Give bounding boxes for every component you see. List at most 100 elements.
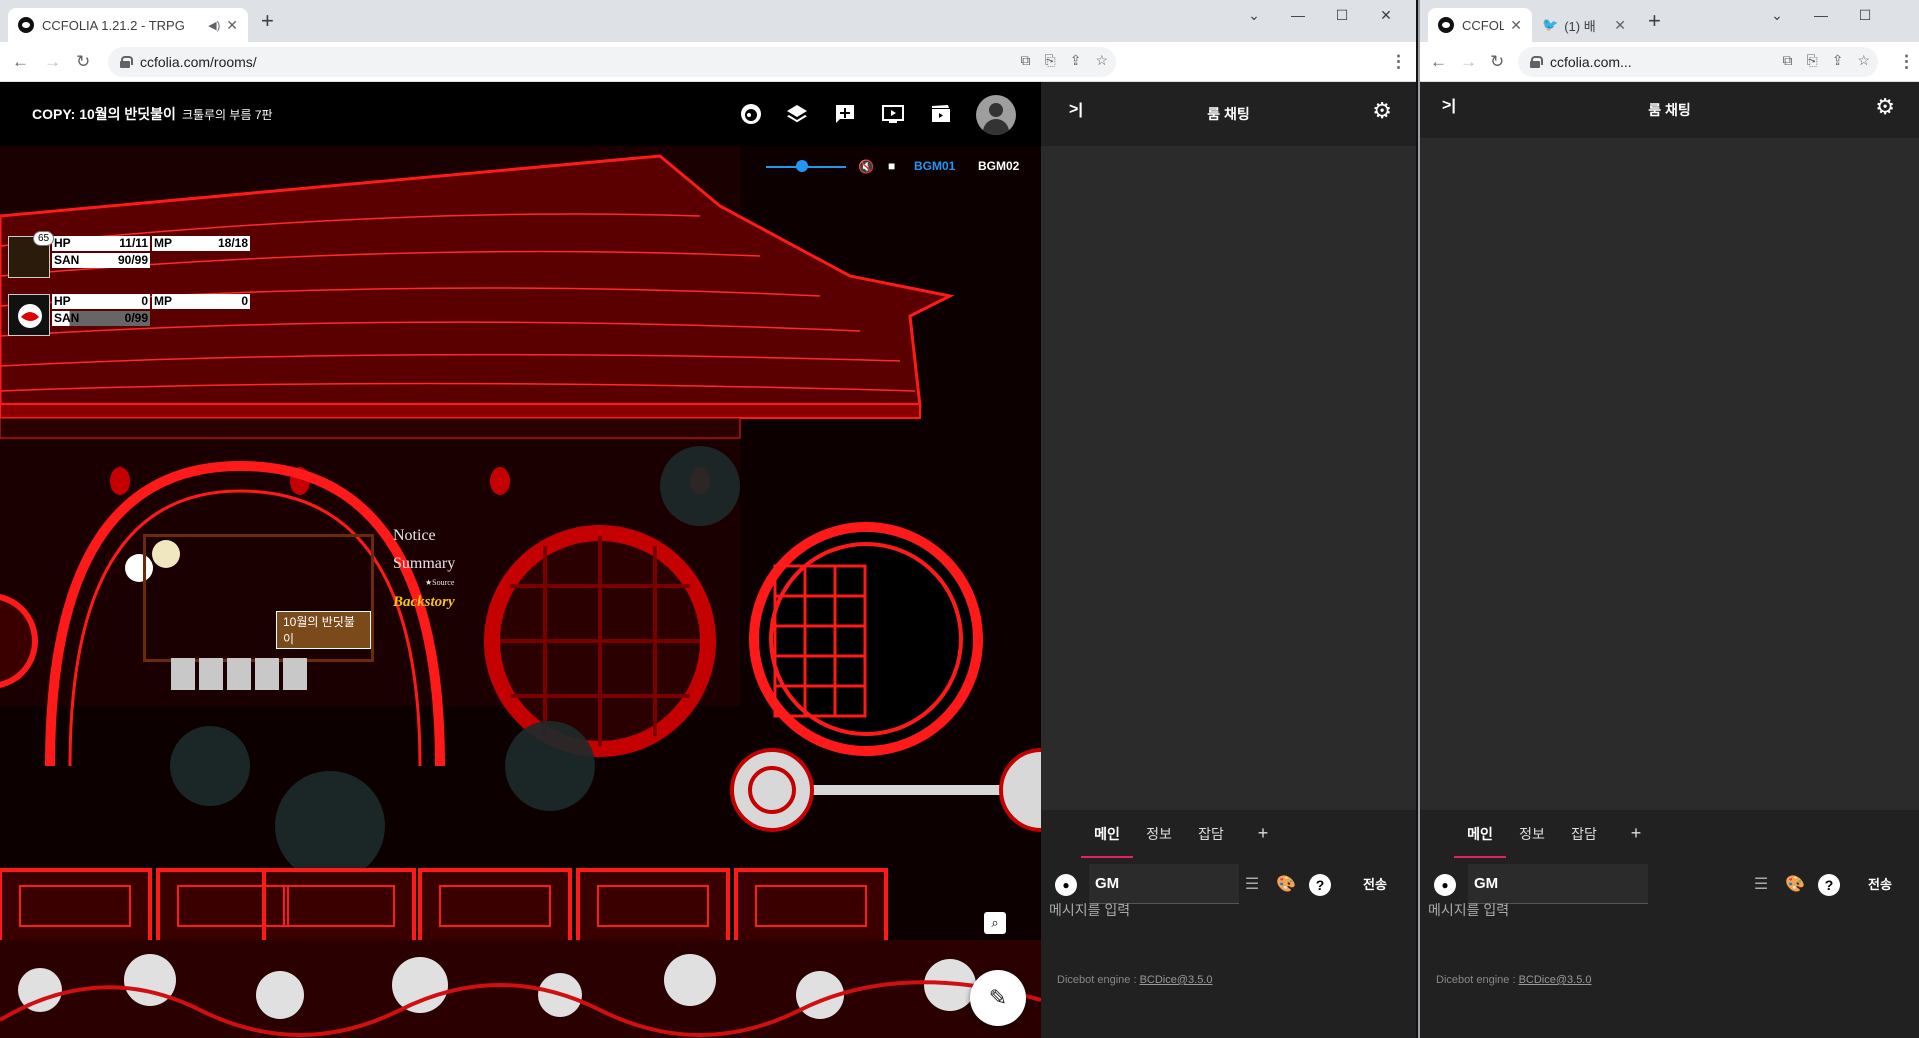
message-input[interactable]: 메시지를 입력	[1049, 900, 1409, 960]
settings-gear-icon[interactable]: ⚙	[1372, 98, 1392, 124]
tab-search-icon[interactable]: ⌄	[1232, 4, 1276, 26]
bookmark-star-icon[interactable]: ☆	[1095, 52, 1108, 69]
close-window-button[interactable]: ✕	[1364, 4, 1408, 26]
send-button[interactable]: 전송	[1363, 874, 1387, 893]
edit-fab-button[interactable]: ✎	[970, 970, 1026, 1026]
layers-icon[interactable]	[785, 102, 809, 126]
mp-bar[interactable]: MP 0	[152, 294, 250, 309]
new-tab-button[interactable]: +	[1648, 10, 1661, 32]
card-slot[interactable]	[227, 658, 251, 690]
palette-icon[interactable]: 🎨	[1784, 874, 1806, 896]
chat-tabs: 메인 정보 잡담 +	[1420, 810, 1919, 858]
character-portrait[interactable]: 65	[8, 231, 55, 278]
tab-main[interactable]: 메인	[1454, 824, 1506, 858]
card-slot[interactable]	[199, 658, 223, 690]
help-icon[interactable]: ?	[1309, 874, 1331, 896]
character-name-field[interactable]: GM	[1468, 864, 1648, 904]
san-bar[interactable]: SAN 0/99	[52, 311, 150, 326]
translate-icon[interactable]: ⎘	[1807, 52, 1818, 69]
tab-search-icon[interactable]: ⌄	[1755, 4, 1799, 26]
message-input[interactable]: 메시지를 입력	[1428, 900, 1908, 960]
add-tab-button[interactable]: +	[1610, 823, 1662, 858]
tab-chatter[interactable]: 잡담	[1558, 824, 1610, 858]
card-slot[interactable]	[255, 658, 279, 690]
list-icon[interactable]: ☰	[1750, 874, 1772, 896]
san-bar[interactable]: SAN 90/99	[52, 253, 150, 268]
tab-bar: CCFOLI ✕ 🐦 (1) 배 ✕ + ⌄ — ☐	[1420, 0, 1919, 42]
maximize-button[interactable]: ☐	[1843, 4, 1887, 26]
notice-link[interactable]: Notice	[393, 522, 455, 550]
back-icon[interactable]: ←	[12, 52, 29, 72]
character-status-1[interactable]: 65 HP 11/11 MP 18/18 SAN 90/99	[8, 231, 252, 278]
room-chat-panel: >| 룸 채팅 ⚙ 메인 정보 잡담 + ● GM ☰ 🎨 ? 전송 메시지를 …	[1041, 82, 1416, 1038]
maximize-button[interactable]: ☐	[1320, 4, 1364, 26]
add-tab-button[interactable]: +	[1237, 823, 1289, 858]
character-status-2[interactable]: HP 0 MP 0 SAN 0/99	[8, 294, 252, 336]
zoom-in-icon[interactable]: ⌕	[984, 912, 1006, 934]
back-icon[interactable]: ←	[1430, 52, 1447, 72]
share-icon[interactable]: ⇪	[1070, 52, 1082, 69]
character-list-icon[interactable]	[739, 102, 763, 126]
room-header: COPY: 10월의 반딧불이 크툴루의 부름 7판	[0, 82, 1041, 146]
chat-form: ● GM ☰ 🎨 ? 전송 메시지를 입력 Dicebot engine : B…	[1041, 858, 1416, 1038]
open-external-icon[interactable]: ⧉	[1783, 52, 1793, 69]
screen-panel-icon[interactable]	[881, 102, 905, 126]
card-slot[interactable]	[283, 658, 307, 690]
user-avatar[interactable]	[976, 95, 1016, 135]
forward-icon[interactable]: →	[1460, 52, 1477, 72]
open-external-icon[interactable]: ⧉	[1021, 52, 1031, 69]
tab-chatter[interactable]: 잡담	[1185, 824, 1237, 858]
scenario-image-card[interactable]: 10월의 반딧불이	[143, 534, 374, 662]
bgm-track-2[interactable]: BGM02	[978, 159, 1019, 173]
backstory-link[interactable]: Backstory	[393, 588, 455, 616]
source-link[interactable]: ★Source	[425, 578, 455, 588]
minimize-button[interactable]: —	[1799, 4, 1843, 26]
card-slot[interactable]	[171, 658, 195, 690]
scene-clapper-icon[interactable]	[929, 102, 953, 126]
close-tab-icon[interactable]: ✕	[1614, 17, 1626, 34]
mp-bar[interactable]: MP 18/18	[152, 236, 250, 251]
help-icon[interactable]: ?	[1818, 874, 1840, 896]
volume-slider-thumb[interactable]	[796, 160, 808, 172]
ccfolia-favicon-icon	[1438, 17, 1454, 33]
volume-slider[interactable]	[766, 160, 846, 172]
character-portrait[interactable]	[8, 294, 50, 336]
stop-icon[interactable]: ■	[888, 159, 895, 173]
forward-icon[interactable]: →	[44, 52, 61, 72]
reload-icon[interactable]: ↻	[76, 52, 90, 72]
new-tab-button[interactable]: +	[261, 10, 274, 32]
character-select-icon[interactable]: ●	[1055, 874, 1077, 896]
bgm-track-1[interactable]: BGM01	[914, 159, 955, 173]
close-tab-icon[interactable]: ✕	[226, 17, 238, 34]
browser-menu-icon[interactable]: ⋮	[1390, 52, 1407, 72]
list-icon[interactable]: ☰	[1241, 874, 1263, 896]
add-message-icon[interactable]	[833, 102, 857, 126]
tab-info[interactable]: 정보	[1506, 824, 1558, 858]
close-tab-icon[interactable]: ✕	[1510, 17, 1522, 34]
palette-icon[interactable]: 🎨	[1275, 874, 1297, 896]
settings-gear-icon[interactable]: ⚙	[1875, 94, 1895, 120]
bookmark-star-icon[interactable]: ☆	[1857, 52, 1870, 69]
tab-main[interactable]: 메인	[1081, 824, 1133, 858]
share-icon[interactable]: ⇪	[1832, 52, 1844, 69]
summary-link[interactable]: Summary	[393, 550, 455, 578]
browser-tab-ccfolia[interactable]: CCFOLIA 1.21.2 - TRPG ◀) ✕	[8, 8, 248, 42]
hp-bar[interactable]: HP 0	[52, 294, 150, 309]
url-field[interactable]: ccfolia.com... ⧉ ⎘ ⇪ ☆	[1518, 47, 1878, 77]
browser-tab-twitter[interactable]: 🐦 (1) 배 ✕	[1532, 8, 1636, 42]
character-select-icon[interactable]: ●	[1434, 874, 1456, 896]
browser-tab-ccfolia[interactable]: CCFOLI ✕	[1428, 8, 1532, 42]
bcdice-link[interactable]: BCDice@3.5.0	[1519, 974, 1592, 986]
game-board: COPY: 10월의 반딧불이 크툴루의 부름 7판 65 HP 11/11 M…	[0, 82, 1041, 1038]
url-field[interactable]: ccfolia.com/rooms/ ⧉ ⎘ ⇪ ☆	[108, 47, 1116, 77]
minimize-button[interactable]: —	[1276, 4, 1320, 26]
send-button[interactable]: 전송	[1868, 874, 1892, 893]
reload-icon[interactable]: ↻	[1490, 52, 1504, 72]
bcdice-link[interactable]: BCDice@3.5.0	[1140, 974, 1213, 986]
tab-info[interactable]: 정보	[1133, 824, 1185, 858]
mute-icon[interactable]: 🔇	[858, 159, 874, 175]
browser-menu-icon[interactable]: ⋮	[1898, 52, 1915, 72]
character-name-field[interactable]: GM	[1089, 864, 1239, 904]
hp-bar[interactable]: HP 11/11	[52, 236, 150, 251]
translate-icon[interactable]: ⎘	[1045, 52, 1056, 69]
